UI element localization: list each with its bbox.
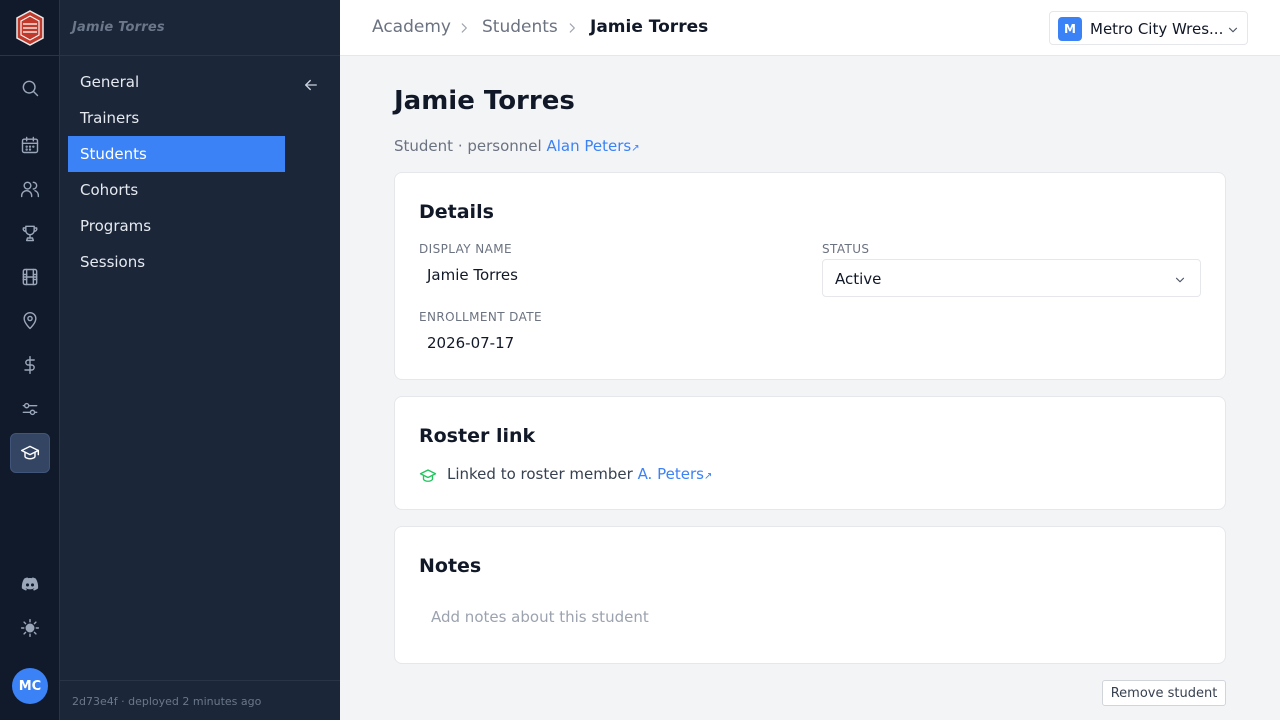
breadcrumb-current: Jamie Torres [590, 17, 709, 37]
sidebar-item-sessions[interactable]: Sessions [68, 244, 285, 280]
page-subtitle: Student · personnel Alan Peters↗ [394, 137, 640, 155]
chevron-right-icon [457, 20, 471, 34]
chevron-down-icon [1173, 272, 1187, 286]
users-icon[interactable] [16, 175, 44, 203]
trophy-icon[interactable] [16, 219, 44, 247]
breadcrumb-students[interactable]: Students [482, 17, 558, 37]
sliders-icon[interactable] [16, 395, 44, 423]
deploy-info: 2d73e4f · deployed 2 minutes ago [72, 695, 262, 708]
status-label: STATUS [822, 242, 870, 256]
chevron-down-icon [1226, 22, 1240, 36]
icon-rail: MC [0, 0, 60, 720]
org-name: Metro City Wres... [1090, 20, 1224, 38]
discord-icon[interactable] [16, 570, 44, 598]
top-bar: Academy Students Jamie Torres M Metro Ci… [340, 0, 1280, 56]
page-title: Jamie Torres [394, 86, 575, 116]
film-icon[interactable] [16, 263, 44, 291]
collapse-sidebar-arrow-left-icon[interactable] [302, 76, 322, 96]
search-icon[interactable] [16, 74, 44, 102]
status-select[interactable]: Active [822, 259, 1201, 297]
status-value: Active [835, 270, 882, 288]
sidebar-item-programs[interactable]: Programs [68, 208, 285, 244]
section-sidebar: Jamie Torres General Trainers Students C… [60, 0, 340, 720]
personnel-link[interactable]: Alan Peters↗ [546, 137, 639, 155]
roster-link-row: Linked to roster member A. Peters↗ [447, 465, 712, 483]
roster-link-text: Linked to roster member [447, 465, 633, 483]
display-name-value[interactable]: Jamie Torres [427, 266, 518, 284]
theme-sun-icon[interactable] [16, 614, 44, 642]
dollar-icon[interactable] [16, 351, 44, 379]
external-link-icon: ↗ [703, 471, 713, 482]
details-card: Details DISPLAY NAME Jamie Torres STATUS… [394, 172, 1226, 380]
notes-card: Notes [394, 526, 1226, 664]
roster-link-title: Roster link [419, 425, 536, 447]
subtitle-prefix: Student · personnel [394, 137, 542, 155]
notes-input[interactable] [419, 599, 1203, 635]
rail-divider [0, 55, 60, 56]
roster-link-card: Roster link Linked to roster member A. P… [394, 396, 1226, 510]
personnel-link-label: Alan Peters [546, 137, 632, 155]
sidebar-item-general[interactable]: General [68, 64, 285, 100]
display-name-label: DISPLAY NAME [419, 242, 512, 256]
user-avatar[interactable]: MC [12, 668, 48, 704]
sidebar-title: Jamie Torres [72, 20, 165, 35]
calendar-icon[interactable] [16, 131, 44, 159]
sidebar-item-cohorts[interactable]: Cohorts [68, 172, 285, 208]
enrollment-date-label: ENROLLMENT DATE [419, 310, 542, 324]
notes-title: Notes [419, 555, 482, 577]
breadcrumb-academy[interactable]: Academy [372, 17, 451, 37]
enrollment-date-value[interactable]: 2026-07-17 [427, 334, 514, 352]
roster-member-link[interactable]: A. Peters↗ [638, 465, 713, 483]
sidebar-item-trainers[interactable]: Trainers [68, 100, 285, 136]
external-link-icon: ↗ [631, 143, 640, 154]
chevron-right-icon [565, 20, 579, 34]
org-badge: M [1058, 17, 1082, 41]
org-switcher[interactable]: M Metro City Wres... [1049, 11, 1248, 45]
graduation-cap-icon [419, 467, 437, 485]
details-title: Details [419, 201, 494, 223]
app-logo-icon[interactable] [15, 10, 45, 46]
deploy-footer: 2d73e4f · deployed 2 minutes ago [60, 680, 340, 720]
map-pin-icon[interactable] [16, 307, 44, 335]
roster-member-label: A. Peters [637, 465, 704, 483]
sidebar-item-students[interactable]: Students [68, 136, 285, 172]
sidebar-header: Jamie Torres [60, 0, 340, 56]
graduation-cap-icon[interactable] [10, 433, 50, 473]
remove-student-button[interactable]: Remove student [1102, 680, 1226, 706]
